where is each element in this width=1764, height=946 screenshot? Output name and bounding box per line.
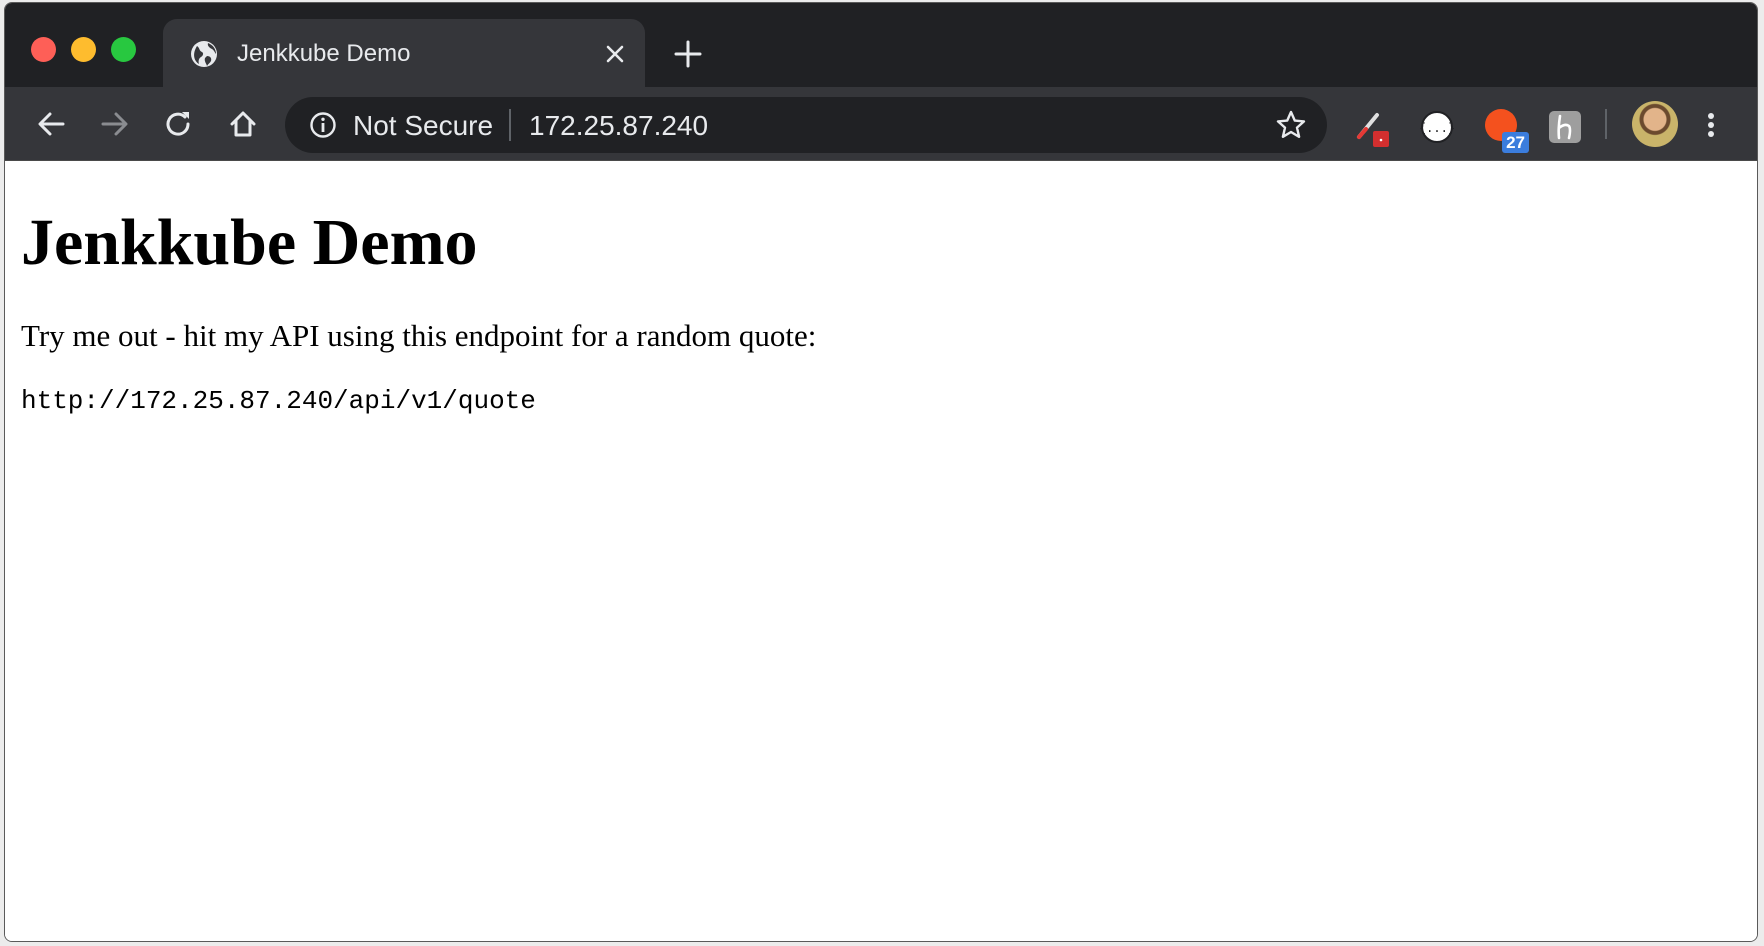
orange-extension-icon[interactable]: 27 bbox=[1481, 107, 1529, 153]
avatar[interactable] bbox=[1632, 101, 1678, 147]
back-button[interactable] bbox=[31, 104, 71, 144]
page-content: Jenkkube Demo Try me out - hit my API us… bbox=[5, 161, 1757, 941]
window-close-button[interactable] bbox=[31, 37, 56, 62]
menu-dot-icon bbox=[1708, 122, 1714, 128]
new-tab-button[interactable] bbox=[671, 37, 705, 71]
star-icon[interactable] bbox=[1275, 109, 1307, 141]
omnibox-divider bbox=[509, 109, 511, 141]
home-icon bbox=[230, 111, 256, 137]
api-endpoint: http://172.25.87.240/api/v1/quote bbox=[21, 385, 536, 416]
browser-window: Jenkkube Demo Not Secure 172.25.87.240 {… bbox=[4, 2, 1758, 942]
menu-dot-icon bbox=[1708, 131, 1714, 137]
address-bar[interactable]: Not Secure 172.25.87.240 bbox=[285, 97, 1327, 153]
close-icon[interactable] bbox=[599, 38, 631, 70]
window-minimize-button[interactable] bbox=[71, 37, 96, 62]
extension-badge-count: 27 bbox=[1502, 132, 1529, 153]
globe-icon bbox=[189, 39, 219, 69]
browser-menu-button[interactable] bbox=[1699, 107, 1723, 143]
intro-text: Try me out - hit my API using this endpo… bbox=[21, 317, 817, 353]
plus-icon bbox=[674, 40, 702, 68]
json-viewer-extension-icon[interactable]: {...} bbox=[1417, 107, 1457, 147]
window-maximize-button[interactable] bbox=[111, 37, 136, 62]
title-bar: Jenkkube Demo bbox=[5, 3, 1757, 87]
tab-jenkkube-demo[interactable]: Jenkkube Demo bbox=[163, 19, 645, 87]
page-heading: Jenkkube Demo bbox=[21, 206, 478, 279]
menu-dot-icon bbox=[1708, 113, 1714, 119]
tab-title: Jenkkube Demo bbox=[237, 40, 411, 67]
browser-toolbar: Not Secure 172.25.87.240 {...} 27 bbox=[5, 87, 1757, 161]
eyedropper-extension-icon[interactable] bbox=[1351, 107, 1391, 147]
reload-icon bbox=[166, 112, 190, 136]
url-text[interactable]: 172.25.87.240 bbox=[529, 110, 708, 142]
toolbar-divider bbox=[1605, 109, 1607, 139]
security-status[interactable]: Not Secure bbox=[353, 110, 493, 142]
h-extension-icon[interactable] bbox=[1545, 107, 1585, 147]
arrow-left-icon bbox=[38, 112, 65, 136]
arrow-right-icon bbox=[101, 112, 128, 136]
forward-button[interactable] bbox=[95, 104, 135, 144]
info-icon[interactable] bbox=[309, 111, 337, 139]
reload-button[interactable] bbox=[159, 104, 199, 144]
svg-text:{...}: {...} bbox=[1419, 121, 1455, 135]
home-button[interactable] bbox=[223, 104, 263, 144]
